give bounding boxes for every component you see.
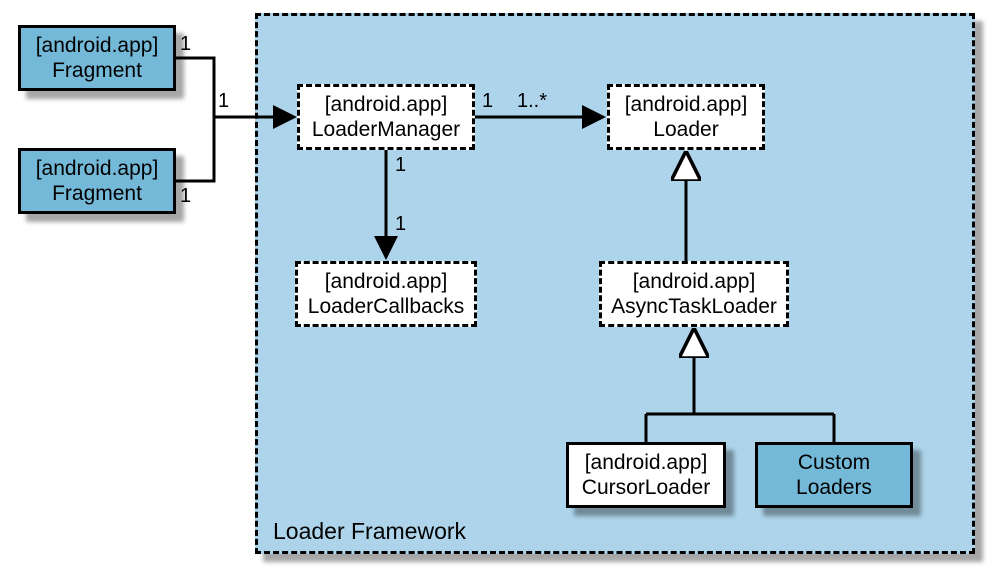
- loader-callbacks-box: [android.app] LoaderCallbacks: [295, 261, 477, 327]
- custom-loaders-box: Custom Loaders: [755, 442, 913, 508]
- cursor-loader-box: [android.app] CursorLoader: [566, 442, 726, 508]
- mult-frag2-out: 1: [180, 185, 191, 208]
- fragment1-box: [android.app] Fragment: [18, 25, 176, 91]
- mult-lm-to-loader-src: 1: [482, 90, 493, 113]
- loader-callbacks-pkg: [android.app]: [325, 269, 448, 294]
- loader-manager-box: [android.app] LoaderManager: [297, 84, 475, 150]
- loader-manager-name: LoaderManager: [312, 117, 460, 142]
- loader-box: [android.app] Loader: [607, 84, 765, 150]
- loader-name: Loader: [653, 117, 718, 142]
- async-task-loader-pkg: [android.app]: [633, 269, 756, 294]
- mult-lm-to-cb-src: 1: [395, 154, 406, 177]
- custom-loaders-line1: Custom: [798, 450, 870, 475]
- loader-pkg: [android.app]: [625, 92, 748, 117]
- diagram-stage: Loader Framework [android.app] Fragment …: [0, 0, 1000, 575]
- mult-join-to-lm: 1: [218, 90, 229, 113]
- fragment1-pkg: [android.app]: [36, 33, 159, 58]
- mult-lm-to-cb-dst: 1: [395, 213, 406, 236]
- loader-manager-pkg: [android.app]: [325, 92, 448, 117]
- cursor-loader-pkg: [android.app]: [585, 450, 708, 475]
- framework-label: Loader Framework: [273, 518, 466, 545]
- loader-callbacks-name: LoaderCallbacks: [308, 294, 464, 319]
- mult-frag1-out: 1: [180, 33, 191, 56]
- mult-lm-to-loader-dst: 1..*: [517, 90, 547, 113]
- fragment2-pkg: [android.app]: [36, 156, 159, 181]
- cursor-loader-name: CursorLoader: [582, 475, 710, 500]
- async-task-loader-box: [android.app] AsyncTaskLoader: [599, 261, 789, 327]
- fragment1-name: Fragment: [52, 58, 142, 83]
- async-task-loader-name: AsyncTaskLoader: [611, 294, 777, 319]
- custom-loaders-line2: Loaders: [796, 475, 872, 500]
- fragment2-name: Fragment: [52, 181, 142, 206]
- fragment2-box: [android.app] Fragment: [18, 148, 176, 214]
